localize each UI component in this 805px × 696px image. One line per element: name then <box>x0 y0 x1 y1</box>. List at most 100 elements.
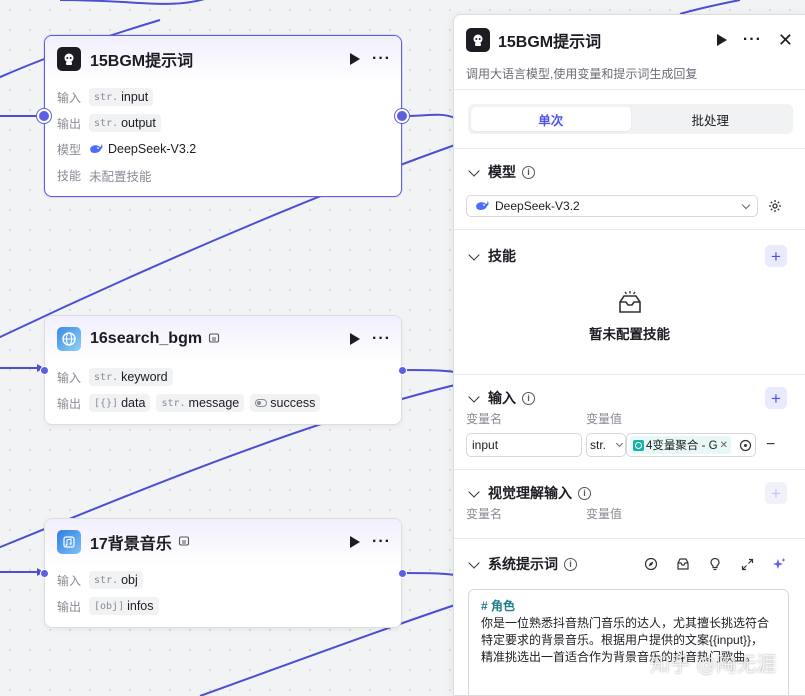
node-17-bg-music[interactable]: 17背景音乐 ··· 输入 str. obj 输出 [obj] infos <box>44 518 402 628</box>
output-tag: str. output <box>89 114 161 132</box>
tab-single[interactable]: 单次 <box>471 107 631 131</box>
var-name-input[interactable]: input <box>466 433 582 457</box>
skills-empty-text: 暂未配置技能 <box>589 327 670 342</box>
target-icon[interactable] <box>739 439 752 452</box>
model-select[interactable]: DeepSeek-V3.2 <box>466 195 758 217</box>
node-output-row: 输出 [{}] data str. message success <box>57 390 389 416</box>
aggregate-node-icon <box>633 439 644 451</box>
info-icon[interactable]: i <box>578 486 591 500</box>
chevron-down-icon[interactable] <box>468 248 480 261</box>
toggle-type-icon <box>255 399 268 407</box>
info-icon[interactable]: i <box>522 391 535 405</box>
expand-icon[interactable] <box>739 556 755 572</box>
close-icon[interactable]: ✕ <box>778 31 793 49</box>
info-icon[interactable]: i <box>522 165 535 179</box>
section-title: 视觉理解输入 <box>488 485 572 501</box>
node-input-row: 输入 str. keyword <box>57 364 389 390</box>
llm-robot-icon <box>466 28 490 52</box>
node-header: 17背景音乐 ··· <box>45 519 401 565</box>
output-port[interactable] <box>398 366 407 375</box>
var-ref-chip[interactable]: 4变量聚合 - G ✕ <box>630 436 731 454</box>
var-name: input <box>121 90 149 104</box>
tab-batch[interactable]: 批处理 <box>631 107 791 131</box>
input-column-headers: 变量名 变量值 <box>466 407 793 429</box>
run-icon[interactable] <box>716 34 727 46</box>
input-tag: str. input <box>89 88 154 106</box>
panel-title[interactable]: 15BGM提示词 <box>498 28 601 52</box>
output-label: 输出 <box>57 396 82 411</box>
var-name: output <box>121 116 156 130</box>
edge <box>679 0 741 15</box>
skill-value: 未配置技能 <box>89 169 152 184</box>
var-name-value: input <box>472 438 499 452</box>
gear-icon[interactable] <box>768 199 782 213</box>
node-title: 16search_bgm <box>90 330 203 347</box>
vision-column-headers: 变量名 变量值 <box>466 502 793 524</box>
more-icon[interactable]: ··· <box>372 534 391 550</box>
input-tag: str. keyword <box>89 368 173 386</box>
node-title: 15BGM提示词 <box>90 53 194 70</box>
col-header-value: 变量值 <box>586 506 623 521</box>
node-16search-bgm[interactable]: 16search_bgm ··· 输入 str. keyword 输出 [{}] d… <box>44 315 402 425</box>
input-label: 输入 <box>57 370 82 385</box>
chevron-down-icon[interactable] <box>468 164 480 177</box>
system-prompt-editor[interactable]: # 角色 你是一位熟悉抖音热门音乐的达人，尤其擅长挑选符合 特定要求的背景音乐。… <box>468 589 789 695</box>
edge <box>401 113 456 119</box>
edge <box>401 572 456 576</box>
input-port[interactable] <box>40 569 49 578</box>
add-skill-button[interactable]: + <box>765 245 787 267</box>
chevron-down-icon <box>741 200 751 209</box>
prompt-library-icon[interactable] <box>675 556 691 572</box>
var-ref-input[interactable]: 4变量聚合 - G ✕ <box>626 433 756 457</box>
chevron-down-icon[interactable] <box>468 390 480 403</box>
type-label: str. <box>94 371 119 383</box>
node-input-row: 输入 str. obj <box>57 567 389 593</box>
skill-label: 技能 <box>57 168 82 183</box>
input-tag: str. obj <box>89 571 143 589</box>
remove-icon[interactable]: ✕ <box>720 440 728 451</box>
compass-icon[interactable] <box>643 556 659 572</box>
skills-section: 技能 + 暂未配置技能 <box>454 230 805 374</box>
node-config-panel: 15BGM提示词 ··· ✕ 调用大语言模型,使用变量和提示词生成回复 单次 批… <box>453 14 805 696</box>
input-port[interactable] <box>40 366 49 375</box>
more-icon[interactable]: ··· <box>372 331 391 347</box>
more-icon[interactable]: ··· <box>743 32 762 48</box>
chevron-down-icon[interactable] <box>468 556 480 569</box>
run-icon[interactable] <box>350 53 361 65</box>
add-vision-input-button[interactable]: + <box>765 482 787 504</box>
lightbulb-icon[interactable] <box>707 556 723 572</box>
var-type-select[interactable]: str. <box>586 433 626 457</box>
section-title: 技能 <box>488 248 516 264</box>
model-label: 模型 <box>57 142 82 157</box>
type-label: [obj] <box>94 600 125 612</box>
section-title: 输入 <box>488 390 516 406</box>
run-icon[interactable] <box>350 333 361 345</box>
more-icon[interactable]: ··· <box>372 51 391 67</box>
model-value: DeepSeek-V3.2 <box>108 142 197 156</box>
col-header-value: 变量值 <box>586 411 623 426</box>
output-port[interactable] <box>398 569 407 578</box>
output-port[interactable] <box>395 109 409 123</box>
col-header-name: 变量名 <box>466 506 503 521</box>
type-label: [{}] <box>94 397 119 409</box>
system-prompt-section: 系统提示词 i <box>454 539 805 589</box>
node-header: 15BGM提示词 ··· <box>45 36 401 82</box>
node-model-row: 模型 DeepSeek-V3.2 <box>57 136 389 162</box>
deepseek-whale-icon <box>475 200 489 212</box>
type-label: str. <box>94 91 119 103</box>
chevron-down-icon[interactable] <box>468 485 480 498</box>
node-15bgm-prompt[interactable]: 15BGM提示词 ··· 输入 str. input 输出 str. output … <box>44 35 402 197</box>
node-input-row: 输入 str. input <box>57 84 389 110</box>
output-tag: [obj] infos <box>89 597 159 615</box>
input-label: 输入 <box>57 573 82 588</box>
panel-header: 15BGM提示词 ··· ✕ <box>454 15 805 65</box>
remove-row-icon[interactable]: − <box>766 436 775 454</box>
info-icon[interactable]: i <box>564 557 577 571</box>
ai-sparkle-icon[interactable] <box>771 556 787 572</box>
output-tag: str. message <box>156 394 245 412</box>
section-title: 模型 <box>488 164 516 180</box>
prompt-line: 你是一位熟悉抖音热门音乐的达人，尤其擅长挑选符合 <box>481 616 770 630</box>
input-port[interactable] <box>37 109 51 123</box>
run-icon[interactable] <box>350 536 361 548</box>
add-input-button[interactable]: + <box>765 387 787 409</box>
